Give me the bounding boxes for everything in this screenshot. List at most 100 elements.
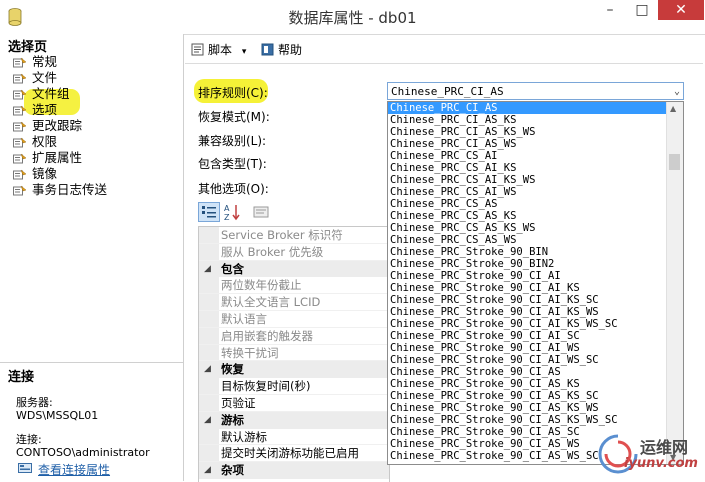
property-row[interactable]: 提交时关闭游标功能已启用 xyxy=(199,445,389,463)
chevron-down-icon[interactable]: ⌄ xyxy=(674,83,680,101)
property-row[interactable]: 启用嵌套的触发器 xyxy=(199,327,389,345)
row-gutter xyxy=(199,294,219,310)
collation-option[interactable]: Chinese_PRC_Stroke_90_CI_AS_KS_SC xyxy=(388,390,667,402)
close-button[interactable]: ✕ xyxy=(658,0,704,20)
collapse-icon[interactable]: ◢ xyxy=(204,462,211,479)
collation-option[interactable]: Chinese_PRC_Stroke_90_CI_AI_SC xyxy=(388,330,667,342)
property-row[interactable]: 服从 Broker 优先级 xyxy=(199,243,389,261)
collation-option[interactable]: Chinese_PRC_Stroke_90_CI_AS_KS xyxy=(388,378,667,390)
property-name: 游标 xyxy=(221,412,244,427)
property-category[interactable]: ◢ 恢复 xyxy=(199,361,389,379)
property-row[interactable]: 默认语言 xyxy=(199,310,389,328)
property-category[interactable]: ◢ 游标 xyxy=(199,411,389,429)
watermark-logo: 运维网 iyunv.com xyxy=(594,430,704,480)
collation-option[interactable]: Chinese_PRC_CS_AS_WS xyxy=(388,234,667,246)
collation-option[interactable]: Chinese_PRC_CS_AS_KS xyxy=(388,210,667,222)
minimize-button[interactable]: – xyxy=(596,0,624,20)
sidebar-item-label: 文件 xyxy=(32,70,58,85)
properties-page-icon xyxy=(13,105,27,116)
collation-option[interactable]: Chinese_PRC_Stroke_90_CI_AI_KS xyxy=(388,282,667,294)
collation-option[interactable]: Chinese_PRC_Stroke_90_CI_AI_KS_WS xyxy=(388,306,667,318)
property-row[interactable]: 目标恢复时间(秒) xyxy=(199,378,389,395)
properties-page-icon xyxy=(13,137,27,148)
property-pages-icon[interactable] xyxy=(250,202,272,222)
collation-option[interactable]: Chinese_PRC_CS_AI xyxy=(388,150,667,162)
properties-page-icon xyxy=(13,57,27,68)
scrollbar-thumb[interactable] xyxy=(669,154,680,170)
properties-page-icon xyxy=(13,121,27,132)
sidebar-item-6[interactable]: 扩展属性 xyxy=(0,150,183,166)
collation-option[interactable]: Chinese_PRC_Stroke_90_CI_AI_WS xyxy=(388,342,667,354)
collation-select-value: Chinese_PRC_CI_AS xyxy=(391,85,504,98)
collation-option[interactable]: Chinese_PRC_Stroke_90_CI_AI_KS_WS_SC xyxy=(388,318,667,330)
property-name: 杂项 xyxy=(221,463,244,478)
property-row[interactable]: 两位数年份截止 xyxy=(199,277,389,295)
collation-option[interactable]: Chinese_PRC_Stroke_90_CI_AI_KS_SC xyxy=(388,294,667,306)
collation-option[interactable]: Chinese_PRC_Stroke_90_BIN xyxy=(388,246,667,258)
property-category[interactable]: ◢ 包含 xyxy=(199,260,389,278)
categorized-view-icon[interactable] xyxy=(198,202,220,222)
collapse-icon[interactable]: ◢ xyxy=(204,412,211,429)
collation-option[interactable]: Chinese_PRC_CS_AI_KS_WS xyxy=(388,174,667,186)
sidebar-item-0[interactable]: 常规 xyxy=(0,54,183,70)
sort-alphabetical-icon[interactable]: A Z xyxy=(221,202,243,222)
collation-option[interactable]: Chinese_PRC_Stroke_90_CI_AI_WS_SC xyxy=(388,354,667,366)
svg-text:A: A xyxy=(224,204,230,213)
collation-option[interactable]: Chinese_PRC_CS_AI_WS xyxy=(388,186,667,198)
sidebar-header: 选择页 xyxy=(8,40,48,55)
sidebar-item-5[interactable]: 权限 xyxy=(0,134,183,150)
property-row[interactable]: 默认全文语言 LCID xyxy=(199,294,389,311)
row-gutter xyxy=(199,327,219,344)
containment-type-label: 包含类型(T): xyxy=(198,157,267,171)
property-name: 转换干扰词 xyxy=(221,345,279,360)
row-gutter xyxy=(199,227,219,243)
sidebar-item-1[interactable]: 文件 xyxy=(0,70,183,86)
connection-label: 连接: xyxy=(16,433,42,446)
properties-page-icon xyxy=(13,89,27,100)
other-options-label: 其他选项(O): xyxy=(198,182,269,196)
scroll-up-icon[interactable]: ▲ xyxy=(670,104,676,113)
sidebar-item-8[interactable]: 事务日志传送 xyxy=(0,182,183,198)
property-row[interactable]: 默认游标 xyxy=(199,428,389,446)
collation-option[interactable]: Chinese_PRC_CI_AS_WS xyxy=(388,138,667,150)
collation-option[interactable]: Chinese_PRC_CS_AS_KS_WS xyxy=(388,222,667,234)
collation-option[interactable]: Chinese_PRC_Stroke_90_CI_AI xyxy=(388,270,667,282)
dropdown-scrollbar[interactable]: ▲ ▼ xyxy=(666,102,683,464)
sidebar-item-2[interactable]: 文件组 xyxy=(0,86,183,115)
collation-option[interactable]: Chinese_PRC_Stroke_90_CI_AS_KS_WS_SC xyxy=(388,414,667,426)
collation-option[interactable]: Chinese_PRC_Stroke_90_CI_AS_KS_WS xyxy=(388,402,667,414)
sidebar-item-7[interactable]: 镜像 xyxy=(0,166,183,182)
collation-option[interactable]: Chinese_PRC_CI_AS_KS xyxy=(388,114,667,126)
collation-option[interactable]: Chinese_PRC_CS_AS xyxy=(388,198,667,210)
maximize-button[interactable]: □ xyxy=(628,0,656,20)
help-button[interactable]: 帮助 xyxy=(261,41,302,58)
sidebar-item-3[interactable]: 选项 xyxy=(0,102,183,118)
property-row[interactable]: Service Broker 标识符 xyxy=(199,227,389,244)
toolbar-divider xyxy=(185,63,703,64)
collapse-icon[interactable]: ◢ xyxy=(204,361,211,378)
collapse-icon[interactable]: ◢ xyxy=(204,261,211,278)
collation-option[interactable]: Chinese_PRC_Stroke_90_CI_AS xyxy=(388,366,667,378)
collation-option[interactable]: Chinese_PRC_Stroke_90_BIN2 xyxy=(388,258,667,270)
sidebar-item-4[interactable]: 更改跟踪 xyxy=(0,118,183,134)
help-icon xyxy=(261,43,274,56)
collation-option[interactable]: Chinese_PRC_CS_AI_KS xyxy=(388,162,667,174)
property-row[interactable]: 页验证 xyxy=(199,394,389,412)
property-category[interactable]: ◢ 杂项 xyxy=(199,462,389,479)
sidebar-item-label: 镜像 xyxy=(32,166,58,181)
collation-option[interactable]: Chinese_PRC_CI_AS xyxy=(388,102,667,114)
property-name: 默认语言 xyxy=(221,311,267,326)
property-name: 启用嵌套的触发器 xyxy=(221,328,313,343)
script-dropdown-arrow[interactable]: ▾ xyxy=(242,47,247,57)
collation-option[interactable]: Chinese_PRC_CI_AS_KS_WS xyxy=(388,126,667,138)
property-grid: Service Broker 标识符 服从 Broker 优先级 ◢ 包含 两位数年份截… xyxy=(198,226,390,482)
row-gutter xyxy=(199,445,219,462)
sidebar-item-label: 常规 xyxy=(32,54,58,69)
collation-select[interactable]: Chinese_PRC_CI_AS ⌄ xyxy=(387,82,684,100)
recovery-model-label: 恢复模式(M): xyxy=(198,110,270,124)
properties-page-icon xyxy=(13,73,27,84)
property-row[interactable]: 转换干扰词 xyxy=(199,344,389,362)
view-connection-properties-link[interactable]: 查看连接属性 xyxy=(38,461,110,478)
watermark-cn-text: 运维网 xyxy=(640,438,689,457)
script-button[interactable]: 脚本 ▾ xyxy=(191,41,246,58)
